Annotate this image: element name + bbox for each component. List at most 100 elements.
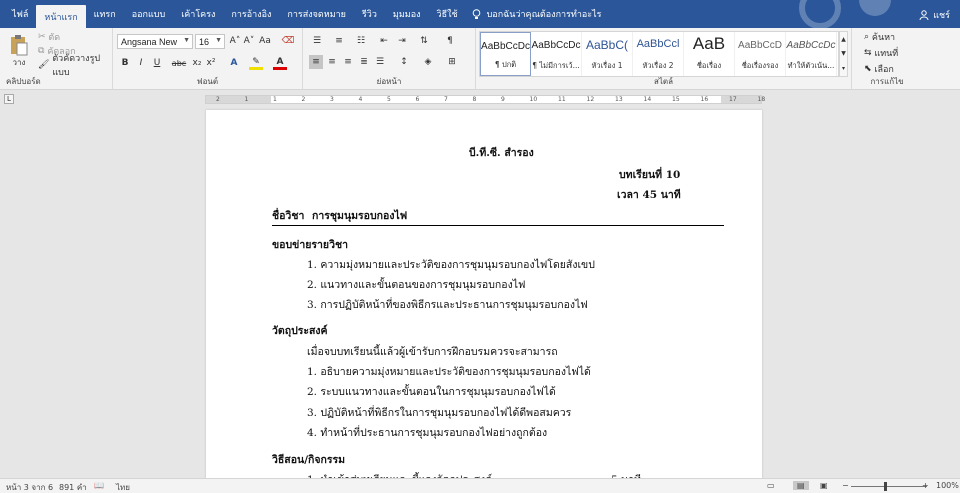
styles-scroll[interactable]: ▲ ▼ ▾: [839, 31, 848, 77]
grow-font-button[interactable]: A˄: [229, 34, 241, 48]
tab-layout[interactable]: เค้าโครง: [173, 3, 223, 25]
align-left-icon[interactable]: ≡: [309, 55, 323, 69]
sort-icon[interactable]: ⇅: [417, 34, 431, 48]
tab-mailings[interactable]: การส่งจดหมาย: [279, 3, 354, 25]
shading-icon[interactable]: ◈: [421, 55, 435, 69]
chevron-down-icon: ▼: [183, 37, 190, 44]
italic-button[interactable]: I: [135, 56, 147, 70]
word-count[interactable]: 891 คำ: [59, 481, 87, 493]
vertical-scrollbar[interactable]: [948, 108, 960, 478]
font-color-icon[interactable]: A: [273, 56, 287, 70]
multilevel-list-icon[interactable]: ☷: [353, 34, 369, 48]
doc-scope-item: 1. ความมุ่งหมายและประวัติของการชุมนุมรอบ…: [307, 259, 595, 271]
tab-view[interactable]: มุมมอง: [385, 3, 429, 25]
font-size-value: 16: [199, 36, 210, 47]
proofing-icon[interactable]: 📖: [94, 481, 104, 490]
underline-button[interactable]: U: [151, 56, 163, 70]
tab-references[interactable]: การอ้างอิง: [223, 3, 279, 25]
align-center-icon[interactable]: ≡: [325, 55, 339, 69]
align-right-icon[interactable]: ≡: [341, 55, 355, 69]
zoom-out-icon[interactable]: −: [842, 481, 849, 490]
justify-icon[interactable]: ≣: [357, 55, 371, 69]
document-page[interactable]: บี.ที.ซี. สำรอง บทเรียนที่ 10 เวลา 45 นา…: [206, 110, 762, 482]
person-icon: [919, 10, 929, 20]
ruler-number: 17: [729, 96, 737, 103]
borders-icon[interactable]: ⊞: [445, 55, 459, 69]
tab-design[interactable]: ออกแบบ: [124, 3, 174, 25]
doc-objective-title: วัตถุประสงค์: [272, 325, 328, 337]
ruler-number: 14: [643, 96, 652, 103]
doc-objective-item: 3. ปฏิบัติหน้าที่พิธีกรในการชุมนุมรอบกอง…: [307, 407, 572, 419]
pilcrow-icon[interactable]: ¶: [443, 34, 457, 48]
print-layout-icon[interactable]: ▤: [793, 481, 809, 490]
replace-label: แทนที่: [874, 48, 899, 59]
thai-distributed-icon[interactable]: ☰: [373, 55, 387, 69]
language[interactable]: ไทย: [116, 481, 130, 493]
tell-me-box[interactable]: บอกฉันว่าคุณต้องการทำอะไร: [472, 3, 602, 25]
ribbon-home: วาง ✂ ตัด ⧉ คัดลอก 🖌 ตัวคัดวางรูปแบบ คลิ…: [0, 28, 960, 90]
decrease-indent-icon[interactable]: ⇤: [377, 34, 391, 48]
tab-help[interactable]: วิธีใช้: [429, 3, 466, 25]
cut-button[interactable]: ✂ ตัด: [38, 31, 60, 43]
zoom-slider[interactable]: [851, 486, 927, 487]
more-icon: ▾: [841, 65, 845, 73]
tab-insert[interactable]: แทรก: [86, 3, 124, 25]
page-count[interactable]: หน้า 3 จาก 6: [6, 481, 53, 493]
style-subtitle[interactable]: AaBbCcD ชื่อเรื่องรอง: [735, 32, 786, 76]
subscript-button[interactable]: x₂: [191, 56, 203, 70]
paragraph-group: ☰ ≡ ☷ ⇤ ⇥ ⇅ ¶ ≡ ≡ ≡ ≣ ☰ ↕ ◈ ⊞ ย่อหน้า: [303, 28, 476, 90]
horizontal-ruler[interactable]: L 2 1 1 2 3 4 5 6 7 8 9 10 11 12 13 14 15 16 17 18: [0, 91, 960, 108]
format-painter-button[interactable]: 🖌 ตัวคัดวางรูปแบบ: [38, 54, 112, 78]
tab-review[interactable]: รีวิว: [354, 3, 385, 25]
doc-subject: การชุมนุมรอบกองไฟ: [312, 210, 408, 222]
read-mode-icon[interactable]: ▭: [767, 481, 775, 490]
paste-button[interactable]: วาง: [6, 31, 32, 71]
status-bar: หน้า 3 จาก 6 891 คำ 📖 ไทย ▭ ▤ ▣ − + 100%: [0, 478, 960, 493]
style-title[interactable]: AaB ชื่อเรื่อง: [684, 32, 735, 76]
web-layout-icon[interactable]: ▣: [820, 481, 828, 490]
tab-selector-icon[interactable]: L: [4, 94, 14, 104]
superscript-button[interactable]: x²: [205, 56, 217, 70]
search-icon: ⌕: [864, 31, 870, 42]
style-subtle-emphasis[interactable]: AaBbCcDc ทำให้ตัวเน้น...: [786, 32, 837, 76]
doc-lesson: บทเรียนที่ 10: [619, 169, 681, 181]
ruler-number: 1: [244, 96, 249, 103]
bold-button[interactable]: B: [119, 56, 131, 70]
style-no-spacing[interactable]: AaBbCcDc ¶ ไม่มีการเว้...: [531, 32, 582, 76]
text-effects-icon[interactable]: A: [227, 56, 241, 70]
style-normal[interactable]: AaBbCcDc ¶ ปกติ: [480, 32, 531, 76]
zoom-in-icon[interactable]: +: [922, 481, 929, 490]
chevron-up-icon: ▲: [841, 35, 846, 43]
bullets-icon[interactable]: ☰: [309, 34, 325, 48]
shrink-font-button[interactable]: A˅: [243, 34, 255, 48]
doc-scope-item: 3. การปฏิบัติหน้าที่ของพิธีกรและประธานกา…: [307, 299, 588, 311]
ruler-bar[interactable]: 2 1 1 2 3 4 5 6 7 8 9 10 11 12 13 14 15 16 17 18: [205, 95, 765, 104]
increase-indent-icon[interactable]: ⇥: [395, 34, 409, 48]
doc-scope-title: ขอบข่ายรายวิชา: [272, 239, 348, 251]
zoom-level[interactable]: 100%: [936, 481, 959, 490]
change-case-button[interactable]: Aa: [257, 34, 273, 48]
ruler-number: 3: [330, 96, 334, 103]
share-button[interactable]: แชร์: [919, 8, 950, 22]
select-button[interactable]: ⬉ เลือก: [864, 62, 894, 75]
find-label: ค้นหา: [871, 32, 896, 43]
style-heading-2[interactable]: AaBbCcl หัวเรื่อง 2: [633, 32, 684, 76]
font-size-select[interactable]: 16 ▼: [195, 34, 225, 49]
ruler-number: 7: [444, 96, 448, 103]
copy-icon: ⧉: [38, 46, 45, 56]
doc-objective-item: 2. ระบบแนวทางและขั้นตอนในการชุมนุมรอบกอง…: [307, 386, 556, 398]
highlight-icon[interactable]: ✎: [249, 56, 263, 70]
zoom-slider-thumb[interactable]: [884, 482, 887, 491]
clear-format-icon[interactable]: ⌫: [281, 34, 295, 48]
strikethrough-button[interactable]: abc: [171, 56, 187, 70]
numbering-icon[interactable]: ≡: [331, 34, 347, 48]
style-preview: AaB: [692, 34, 726, 53]
tab-file[interactable]: ไฟล์: [0, 3, 36, 25]
replace-button[interactable]: ⇆ แทนที่: [864, 46, 898, 59]
tab-home[interactable]: หน้าแรก: [36, 5, 86, 28]
line-spacing-icon[interactable]: ↕: [397, 55, 411, 69]
font-name-select[interactable]: Angsana New ▼: [117, 34, 193, 49]
find-button[interactable]: ⌕ ค้นหา: [864, 30, 895, 43]
style-heading-1[interactable]: AaBbC(หัวเรื่อง 1: [582, 32, 633, 76]
lightbulb-icon: [472, 8, 480, 19]
